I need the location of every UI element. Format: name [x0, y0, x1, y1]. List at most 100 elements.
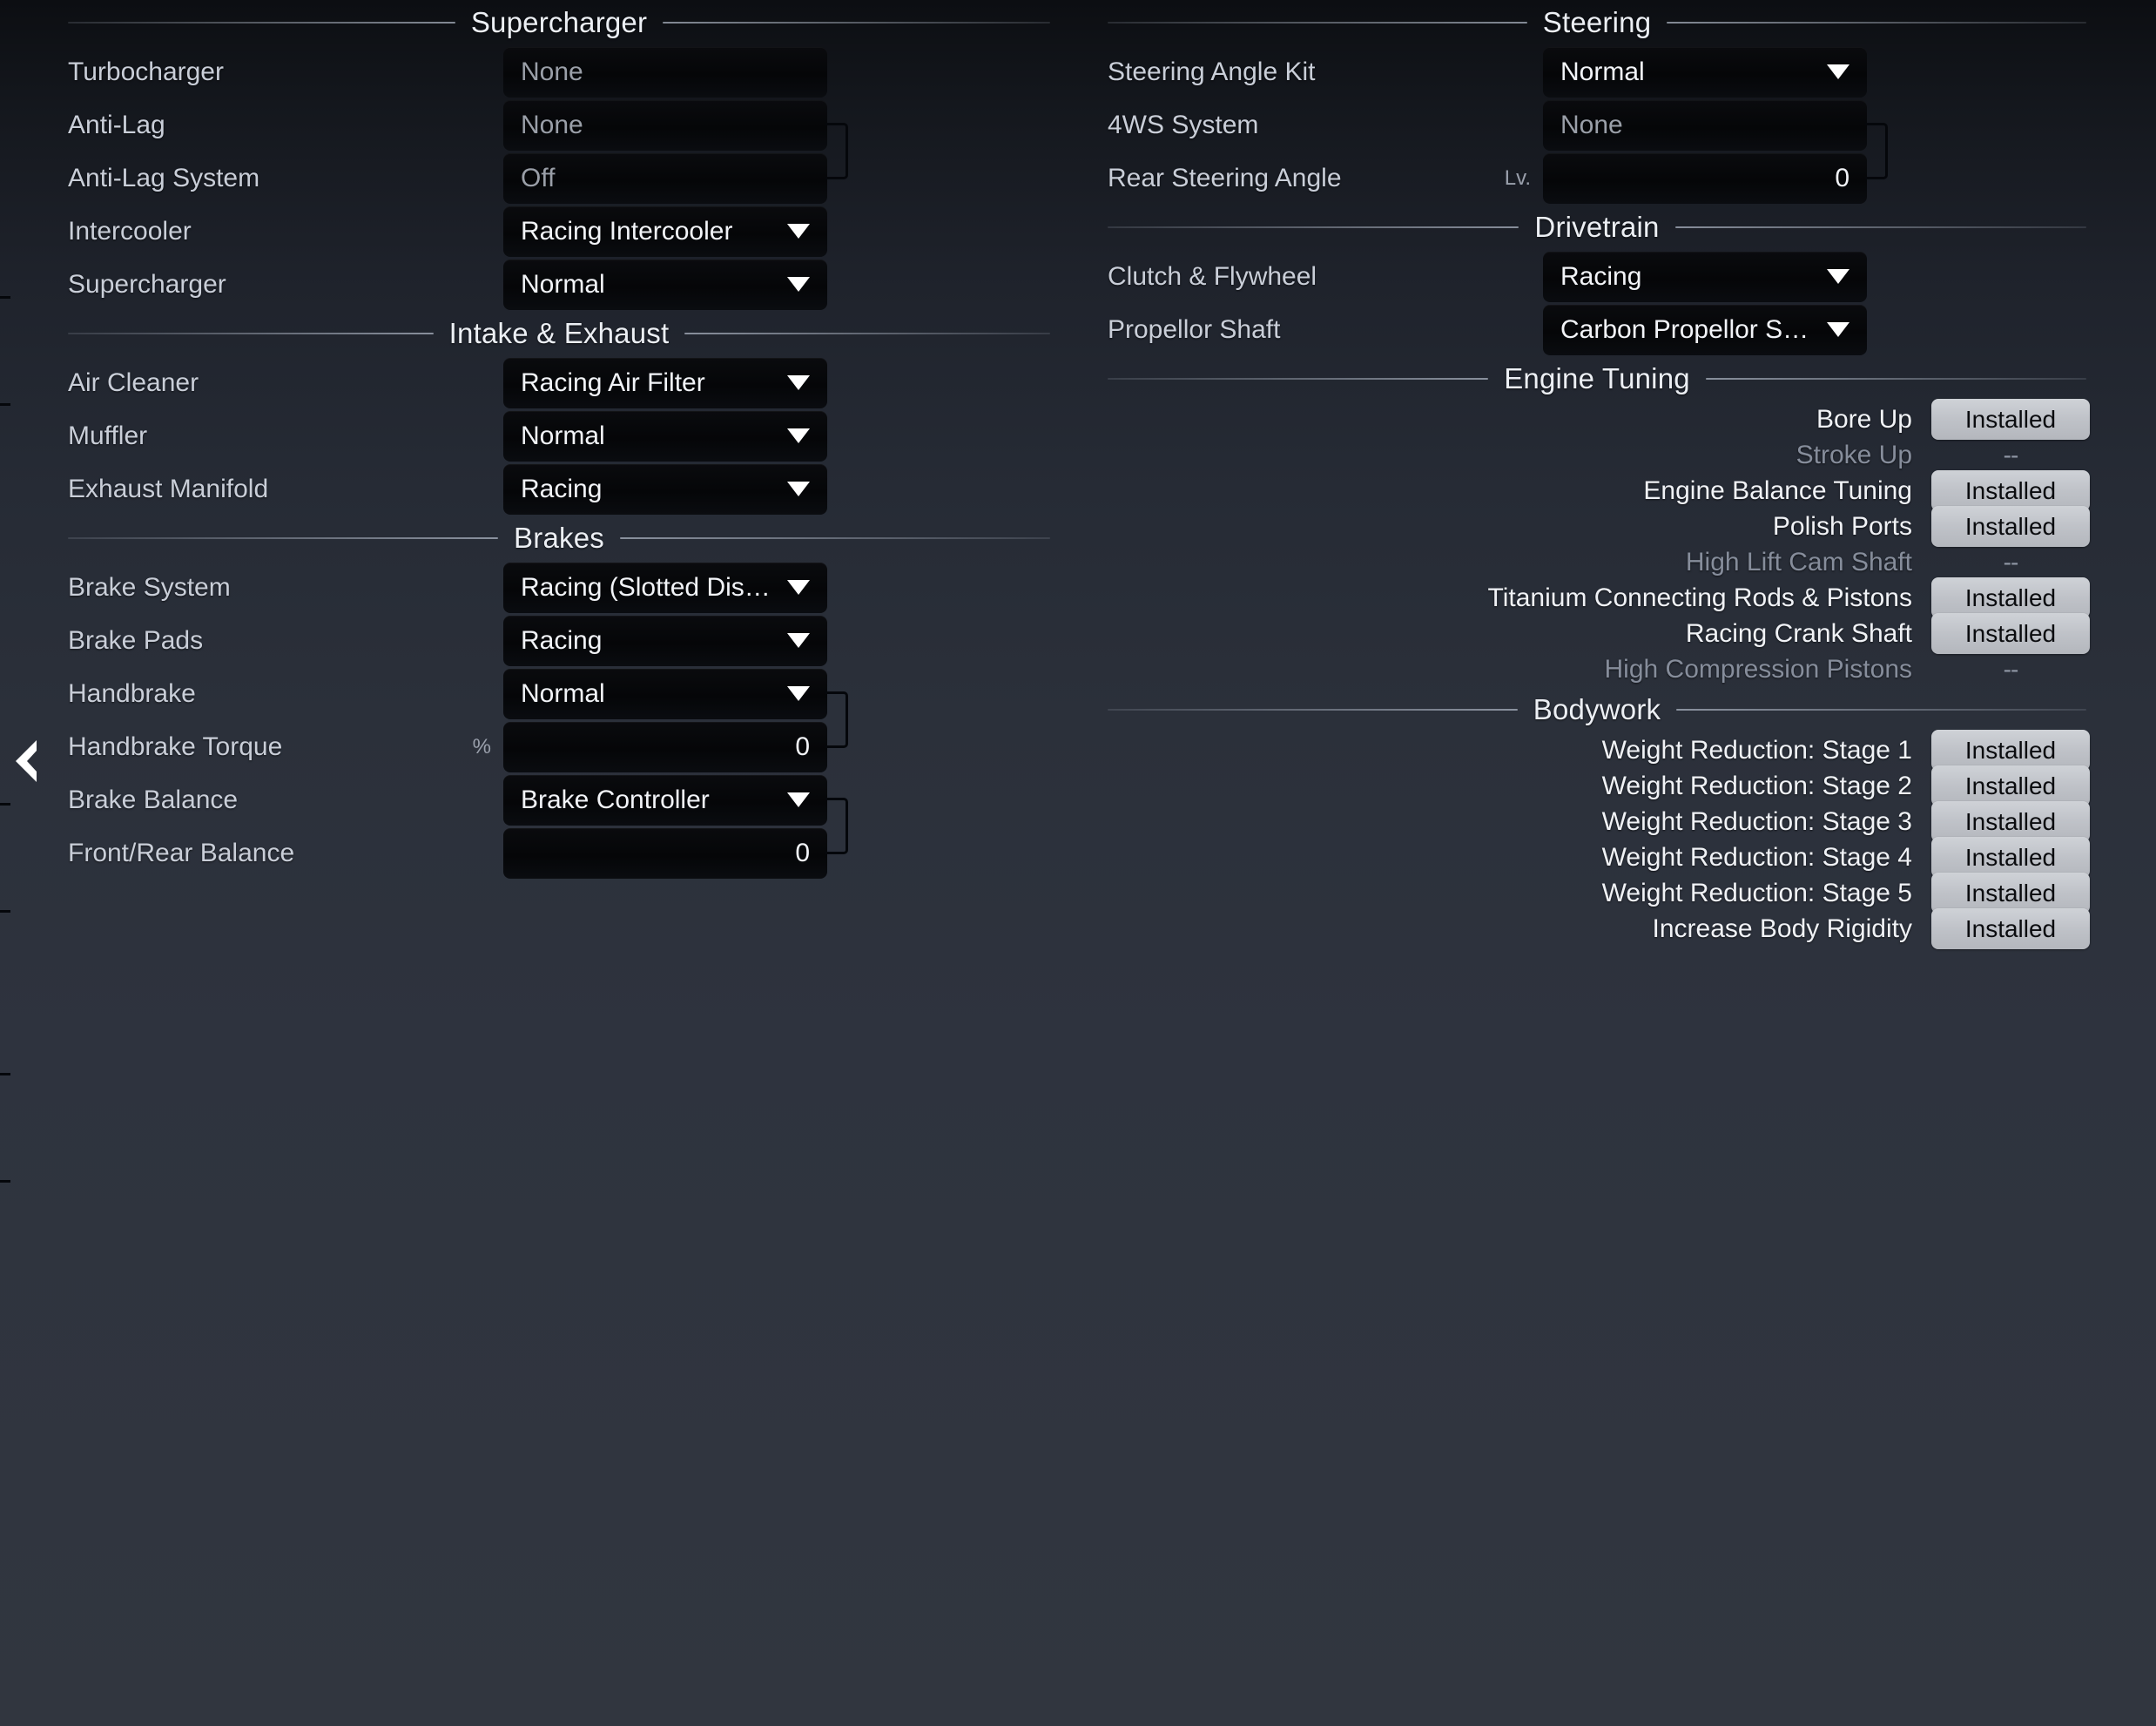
option-label: Exhaust Manifold — [68, 475, 442, 504]
group-bracket-edge — [0, 296, 10, 406]
field-value: None — [521, 57, 810, 87]
section-rule-right — [663, 22, 1050, 24]
field-value: Normal — [521, 421, 777, 451]
select-steering-angle-kit[interactable]: Normal — [1543, 47, 1867, 98]
select-propellor-shaft[interactable]: Carbon Propellor Shaft — [1543, 305, 1867, 355]
not-available-indicator: -- — [1931, 549, 2090, 576]
chevron-down-icon — [787, 428, 810, 443]
field-value: Normal — [1560, 57, 1816, 87]
install-item-label: Titanium Connecting Rods & Pistons — [1488, 583, 1912, 613]
section-title: Supercharger — [471, 6, 647, 39]
select-exhaust-manifold[interactable]: Racing — [503, 464, 827, 515]
chevron-down-icon — [787, 375, 810, 390]
select-supercharger[interactable]: Normal — [503, 260, 827, 310]
left-column: SuperchargerTurbochargerNoneAnti-LagNone… — [68, 0, 1054, 880]
option-label: Rear Steering Angle — [1108, 164, 1482, 193]
install-row-high-lift-cam-shaft: High Lift Cam Shaft-- — [1108, 544, 2090, 580]
section-title: Engine Tuning — [1504, 362, 1690, 395]
install-row-polish-ports: Polish PortsInstalled — [1108, 509, 2090, 544]
option-row-air-cleaner: Air Cleaner Racing Air Filter — [68, 356, 1054, 409]
select-brake-pads[interactable]: Racing — [503, 616, 827, 666]
install-row-racing-crank-shaft: Racing Crank ShaftInstalled — [1108, 616, 2090, 651]
installed-badge[interactable]: Installed — [1931, 399, 2090, 440]
select-brake-system[interactable]: Racing (Slotted Discs) — [503, 563, 827, 613]
installed-badge[interactable]: Installed — [1931, 613, 2090, 654]
back-chevron-button[interactable] — [7, 737, 42, 785]
install-item-label: High Compression Pistons — [1605, 655, 1912, 684]
installed-badge[interactable]: Installed — [1931, 908, 2090, 949]
section-title: Steering — [1543, 6, 1652, 39]
installed-badge[interactable]: Installed — [1931, 837, 2090, 878]
value-input-front-rear-balance[interactable]: 0 — [503, 828, 827, 879]
select-4ws-system: None — [1543, 100, 1867, 151]
section-rule-left — [1108, 22, 1527, 24]
value-input-handbrake-torque[interactable]: 0 — [503, 722, 827, 772]
field-value: None — [1560, 111, 1849, 140]
install-row-bore-up: Bore UpInstalled — [1108, 401, 2090, 437]
option-label: Clutch & Flywheel — [1108, 262, 1482, 292]
option-row-front-rear-balance: Front/Rear Balance 0 — [68, 826, 1054, 880]
chevron-down-icon — [787, 633, 810, 648]
linked-settings-bracket — [825, 798, 848, 854]
install-item-label: Weight Reduction: Stage 4 — [1602, 843, 1912, 873]
section-rule-left — [68, 22, 455, 24]
chevron-down-icon — [787, 792, 810, 807]
option-label: Front/Rear Balance — [68, 839, 442, 868]
install-row-weight-reduction-stage-1: Weight Reduction: Stage 1Installed — [1108, 732, 2090, 768]
section-header-intake-and-exhaust: Intake & Exhaust — [68, 311, 1054, 356]
field-value: Off — [521, 164, 810, 193]
installed-badge[interactable]: Installed — [1931, 577, 2090, 618]
section-rule-left — [1108, 709, 1518, 711]
field-value: Normal — [521, 679, 777, 709]
select-intercooler[interactable]: Racing Intercooler — [503, 206, 827, 257]
right-column: SteeringSteering Angle KitNormal4WS Syst… — [1108, 0, 2090, 947]
select-air-cleaner[interactable]: Racing Air Filter — [503, 358, 827, 408]
section-rule-left — [1108, 226, 1519, 228]
field-value: Racing — [521, 626, 777, 656]
install-item-label: Weight Reduction: Stage 3 — [1602, 807, 1912, 837]
field-value: Racing — [1560, 262, 1816, 292]
option-row-clutch-and-flywheel: Clutch & Flywheel Racing — [1108, 250, 2090, 303]
select-handbrake[interactable]: Normal — [503, 669, 827, 719]
section-title: Drivetrain — [1534, 211, 1659, 244]
not-available-indicator: -- — [1931, 442, 2090, 469]
field-value: Racing — [521, 475, 777, 504]
installed-badge[interactable]: Installed — [1931, 801, 2090, 842]
section-rule-right — [1675, 226, 2086, 228]
installed-badge[interactable]: Installed — [1931, 765, 2090, 806]
installed-badge[interactable]: Installed — [1931, 470, 2090, 511]
section-rule-right — [1667, 22, 2086, 24]
option-label: Brake Pads — [68, 626, 442, 656]
installed-badge[interactable]: Installed — [1931, 506, 2090, 547]
chevron-down-icon — [787, 686, 810, 701]
tuning-screen: SuperchargerTurbochargerNoneAnti-LagNone… — [0, 0, 2156, 1726]
section-rule-right — [684, 333, 1050, 334]
select-clutch-and-flywheel[interactable]: Racing — [1543, 252, 1867, 302]
install-item-label: Weight Reduction: Stage 2 — [1602, 772, 1912, 801]
option-label: 4WS System — [1108, 111, 1482, 140]
section-header-bodywork: Bodywork — [1108, 687, 2090, 732]
option-row-handbrake: HandbrakeNormal — [68, 667, 1054, 720]
field-value: Racing (Slotted Discs) — [521, 573, 777, 603]
field-value: 0 — [1560, 164, 1849, 193]
install-item-label: Engine Balance Tuning — [1643, 476, 1912, 506]
installed-badge[interactable]: Installed — [1931, 730, 2090, 771]
install-row-weight-reduction-stage-2: Weight Reduction: Stage 2 Installed — [1108, 768, 2090, 804]
option-unit-label: % — [442, 735, 503, 759]
field-value: Brake Controller — [521, 785, 777, 815]
option-label: Supercharger — [68, 270, 442, 300]
option-unit-label: Lv. — [1482, 166, 1543, 191]
section-rule-left — [1108, 378, 1488, 380]
section-rule-right — [620, 537, 1050, 539]
select-anti-lag-system: Off — [503, 153, 827, 204]
select-brake-balance[interactable]: Brake Controller — [503, 775, 827, 826]
option-row-brake-balance: Brake BalanceBrake Controller — [68, 773, 1054, 826]
select-muffler[interactable]: Normal — [503, 411, 827, 462]
option-label: Turbocharger — [68, 57, 442, 87]
option-row-rear-steering-angle: Rear Steering AngleLv. 0 — [1108, 152, 2090, 205]
option-row-4ws-system: 4WS System None — [1108, 98, 2090, 152]
installed-badge[interactable]: Installed — [1931, 873, 2090, 914]
install-row-high-compression-pistons: High Compression Pistons-- — [1108, 651, 2090, 687]
value-input-rear-steering-angle[interactable]: 0 — [1543, 153, 1867, 204]
option-label: Air Cleaner — [68, 368, 442, 398]
